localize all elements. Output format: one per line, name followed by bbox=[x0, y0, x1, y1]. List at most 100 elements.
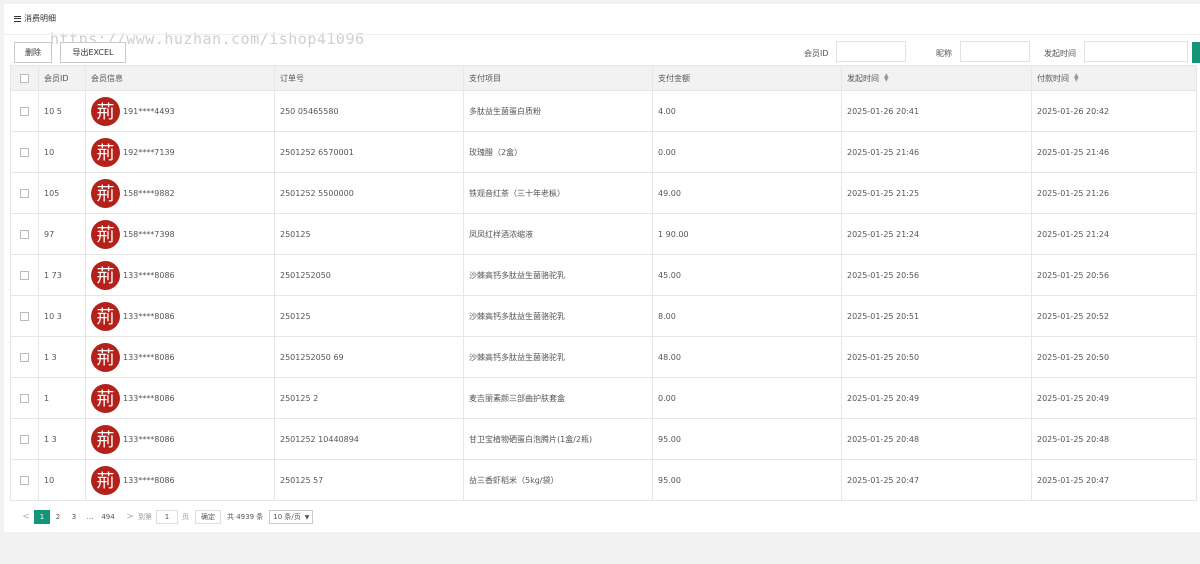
search-button[interactable] bbox=[1192, 42, 1200, 63]
order-no: 2501252 6570001 bbox=[280, 147, 354, 157]
order-no-cell: 2501252 10440894 bbox=[274, 418, 464, 460]
row-checkbox[interactable] bbox=[20, 475, 29, 485]
paid-time: 2025-01-25 20:56 bbox=[1037, 270, 1110, 280]
next-page-button[interactable]: > bbox=[122, 510, 138, 524]
table-row[interactable]: 1 3 荊 133****8086 2501252 10440894 甘卫宝植物硒蛋白泡… bbox=[10, 418, 1197, 460]
start-time-input[interactable] bbox=[1084, 41, 1188, 62]
pay-amount-cell: 0.00 bbox=[652, 131, 842, 173]
member-phone: 158****7398 bbox=[123, 229, 175, 239]
pay-amount-cell: 49.00 bbox=[652, 172, 842, 214]
table-row[interactable]: 1 荊 133****8086 250125 2 麦吉丽素颜三部曲护肤套盒 0.00 2… bbox=[10, 377, 1197, 419]
row-checkbox[interactable] bbox=[20, 311, 29, 321]
row-checkbox-cell bbox=[10, 131, 39, 173]
member-id-input[interactable] bbox=[836, 41, 906, 62]
row-checkbox[interactable] bbox=[20, 188, 29, 198]
header-paid-time-label: 付款时间 bbox=[1037, 73, 1069, 83]
pay-amount: 95.00 bbox=[658, 434, 681, 444]
created-time: 2025-01-25 20:49 bbox=[847, 393, 920, 403]
member-info-cell: 荊 158****7398 bbox=[85, 213, 275, 255]
pay-amount-cell: 8.00 bbox=[652, 295, 842, 337]
prev-page-button[interactable]: < bbox=[18, 510, 34, 524]
created-time-cell: 2025-01-25 20:47 bbox=[841, 459, 1032, 501]
consumption-table: 会员ID 会员信息 订单号 支付项目 支付金额 发起时间 ▲ ▼ 付款时间 ▲ ▼ 10… bbox=[10, 65, 1197, 501]
row-checkbox-cell bbox=[10, 377, 39, 419]
order-no: 250125 bbox=[280, 311, 311, 321]
page-size-value: 10 条/页 bbox=[273, 513, 301, 521]
row-checkbox-cell bbox=[10, 213, 39, 255]
select-all-checkbox[interactable] bbox=[20, 73, 29, 83]
sort-icon[interactable]: ▲ ▼ bbox=[1074, 73, 1079, 83]
sort-icon[interactable]: ▲ ▼ bbox=[884, 73, 889, 83]
member-id-cell: 1 73 bbox=[38, 254, 86, 296]
pay-item: 甘卫宝植物硒蛋白泡腾片(1盒/2瓶) bbox=[469, 434, 593, 444]
pay-amount: 0.00 bbox=[658, 393, 676, 403]
paid-time: 2025-01-25 20:49 bbox=[1037, 393, 1110, 403]
member-id-cell: 1 bbox=[38, 377, 86, 419]
row-checkbox[interactable] bbox=[20, 270, 29, 280]
table-row[interactable]: 1 3 荊 133****8086 2501252050 69 沙棘高钙多肽益生菌骆驼乳… bbox=[10, 336, 1197, 378]
table-row[interactable]: 97 荊 158****7398 250125 凤凤红样酒浓缩液 1 90.00 202… bbox=[10, 213, 1197, 255]
pay-item: 益三香虾稻米（5kg/袋） bbox=[469, 475, 559, 485]
delete-button[interactable]: 删除 bbox=[14, 42, 52, 63]
row-checkbox-cell bbox=[10, 295, 39, 337]
table-row[interactable]: 10 荊 133****8086 250125 57 益三香虾稻米（5kg/袋） 95… bbox=[10, 459, 1197, 501]
row-checkbox[interactable] bbox=[20, 106, 29, 116]
avatar: 荊 bbox=[91, 178, 120, 208]
pay-item-cell: 凤凤红样酒浓缩液 bbox=[463, 213, 653, 255]
nickname-input[interactable] bbox=[960, 41, 1030, 62]
table-header-row: 会员ID 会员信息 订单号 支付项目 支付金额 发起时间 ▲ ▼ 付款时间 ▲ ▼ bbox=[10, 65, 1197, 91]
member-id: 1 73 bbox=[44, 270, 62, 280]
goto-page-input[interactable]: 1 bbox=[156, 510, 178, 524]
member-id-cell: 1 3 bbox=[38, 418, 86, 460]
row-checkbox[interactable] bbox=[20, 393, 29, 403]
pay-item: 铁观音红茶（三十年老枞） bbox=[469, 188, 565, 198]
export-excel-button[interactable]: 导出EXCEL bbox=[60, 42, 126, 63]
order-no: 250125 57 bbox=[280, 475, 324, 485]
pay-item: 玫瑰醋（2盒） bbox=[469, 147, 523, 157]
order-no: 2501252050 69 bbox=[280, 352, 344, 362]
row-checkbox[interactable] bbox=[20, 147, 29, 157]
created-time-cell: 2025-01-25 20:50 bbox=[841, 336, 1032, 378]
paid-time: 2025-01-26 20:42 bbox=[1037, 106, 1110, 116]
member-id: 1 bbox=[44, 393, 50, 403]
paid-time: 2025-01-25 20:52 bbox=[1037, 311, 1110, 321]
member-id: 10 3 bbox=[44, 311, 62, 321]
member-info-cell: 荊 133****8086 bbox=[85, 418, 275, 460]
page-3-button[interactable]: 3 bbox=[66, 510, 82, 524]
row-checkbox[interactable] bbox=[20, 434, 29, 444]
member-id: 1 3 bbox=[44, 352, 57, 362]
created-time: 2025-01-25 20:56 bbox=[847, 270, 920, 280]
table-row[interactable]: 10 荊 192****7139 2501252 6570001 玫瑰醋（2盒） 0.… bbox=[10, 131, 1197, 173]
pay-item: 麦吉丽素颜三部曲护肤套盒 bbox=[469, 393, 565, 403]
page-2-button[interactable]: 2 bbox=[50, 510, 66, 524]
last-page-button[interactable]: 494 bbox=[100, 510, 116, 524]
paid-time: 2025-01-25 21:46 bbox=[1037, 147, 1110, 157]
table-row[interactable]: 10 3 荊 133****8086 250125 沙棘高钙多肽益生菌骆驼乳 8.00… bbox=[10, 295, 1197, 337]
pay-amount: 8.00 bbox=[658, 311, 676, 321]
member-id: 1 3 bbox=[44, 434, 57, 444]
table-row[interactable]: 10 5 荊 191****4493 250 05465580 多肽益生菌蛋白质粉 4.… bbox=[10, 90, 1197, 132]
header-member-id: 会员ID bbox=[38, 65, 86, 91]
pay-item-cell: 多肽益生菌蛋白质粉 bbox=[463, 90, 653, 132]
paid-time: 2025-01-25 20:48 bbox=[1037, 434, 1110, 444]
pay-amount-cell: 0.00 bbox=[652, 377, 842, 419]
header-created-time[interactable]: 发起时间 ▲ ▼ bbox=[841, 65, 1032, 91]
table-row[interactable]: 1 73 荊 133****8086 2501252050 沙棘高钙多肽益生菌骆驼乳 … bbox=[10, 254, 1197, 296]
member-phone: 133****8086 bbox=[123, 352, 175, 362]
pay-item: 沙棘高钙多肽益生菌骆驼乳 bbox=[469, 352, 565, 362]
pay-amount-cell: 48.00 bbox=[652, 336, 842, 378]
paid-time-cell: 2025-01-25 20:50 bbox=[1031, 336, 1197, 378]
goto-confirm-button[interactable]: 确定 bbox=[195, 510, 221, 524]
page-1-button[interactable]: 1 bbox=[34, 510, 50, 524]
avatar: 荊 bbox=[91, 342, 120, 372]
order-no-cell: 250125 bbox=[274, 213, 464, 255]
created-time: 2025-01-25 20:47 bbox=[847, 475, 920, 485]
order-no-cell: 250125 2 bbox=[274, 377, 464, 419]
page-size-select[interactable]: 10 条/页 ▼ bbox=[269, 510, 314, 524]
table-row[interactable]: 105 荊 158****9882 2501252 5500000 铁观音红茶（三十年… bbox=[10, 172, 1197, 214]
total-count: 共 4939 条 bbox=[227, 513, 264, 521]
avatar: 荊 bbox=[91, 465, 120, 495]
row-checkbox[interactable] bbox=[20, 229, 29, 239]
header-paid-time[interactable]: 付款时间 ▲ ▼ bbox=[1031, 65, 1197, 91]
row-checkbox[interactable] bbox=[20, 352, 29, 362]
